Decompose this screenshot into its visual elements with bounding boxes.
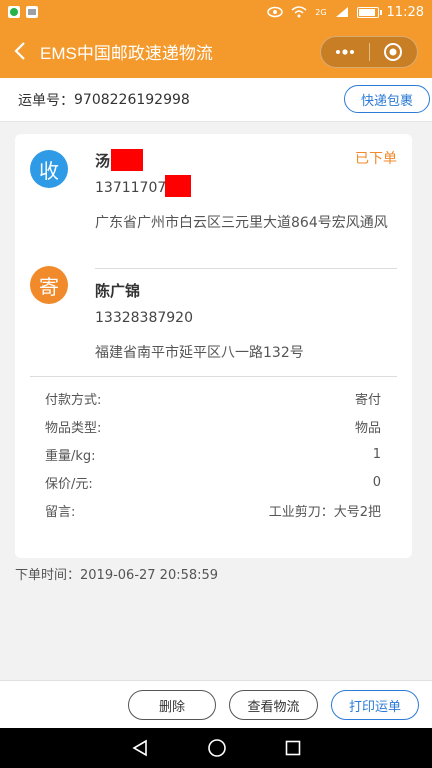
detail-row: 保价/元: 0 xyxy=(45,468,381,496)
close-miniapp-button[interactable] xyxy=(370,37,418,67)
clock: 11:28 xyxy=(386,4,424,20)
battery-icon xyxy=(356,6,382,18)
detail-label: 物品类型: xyxy=(45,420,102,436)
sender-address: 福建省南平市延平区八一路132号 xyxy=(95,345,304,361)
sender-phone: 13328387920 xyxy=(95,310,193,326)
target-close-icon xyxy=(384,43,403,61)
more-dots-icon xyxy=(335,49,354,55)
back-button[interactable] xyxy=(0,24,40,78)
signal-icon xyxy=(335,7,348,17)
detail-label: 重量/kg: xyxy=(45,448,96,464)
detail-row: 物品类型: 物品 xyxy=(45,412,381,440)
detail-value: 1 xyxy=(372,446,381,462)
receiver-badge: 收 xyxy=(30,150,68,188)
eye-icon xyxy=(267,6,283,18)
receiver-name: 汤 xyxy=(95,152,111,170)
print-waybill-button[interactable]: 打印运单 xyxy=(331,690,419,720)
sender-badge: 寄 xyxy=(30,266,68,304)
waybill-number: 9708226192998 xyxy=(74,91,190,108)
order-time: 下单时间：2019-06-27 20:58:59 xyxy=(15,568,219,583)
detail-value: 物品 xyxy=(354,420,381,436)
divider xyxy=(30,376,397,377)
detail-row: 留言: 工业剪刀：大号2把 xyxy=(45,496,381,524)
quick-parcel-button[interactable]: 快递包裹 xyxy=(344,85,430,113)
back-triangle-icon[interactable] xyxy=(131,739,149,757)
recents-square-icon[interactable] xyxy=(285,740,301,756)
waybill-bar: 运单号： 9708226192998 快递包裹 xyxy=(0,78,432,122)
wifi-icon xyxy=(291,6,307,18)
miniapp-capsule xyxy=(320,36,418,68)
receiver-address: 广东省广州市白云区三元里大道864号宏风通风 xyxy=(95,215,388,231)
view-logistics-button[interactable]: 查看物流 xyxy=(229,690,318,720)
more-button[interactable] xyxy=(321,37,369,67)
sender-name: 陈广锦 xyxy=(95,282,141,300)
app-notification-icon xyxy=(8,6,20,18)
detail-value: 工业剪刀：大号2把 xyxy=(268,504,381,520)
detail-value: 寄付 xyxy=(354,392,381,408)
divider xyxy=(95,268,397,269)
redaction-mark xyxy=(111,149,143,171)
action-bar: 删除 查看物流 打印运单 xyxy=(0,680,432,728)
detail-row: 付款方式: 寄付 xyxy=(45,384,381,412)
waybill-label: 运单号： xyxy=(18,92,74,109)
system-nav-bar xyxy=(0,728,432,768)
receiver-phone: 13711707 xyxy=(95,180,167,196)
page-title: EMS中国邮政速递物流 xyxy=(40,43,213,63)
redaction-mark xyxy=(165,175,191,197)
detail-label: 保价/元: xyxy=(45,476,93,492)
detail-label: 付款方式: xyxy=(45,392,102,408)
home-circle-icon[interactable] xyxy=(207,738,227,758)
image-notification-icon xyxy=(26,6,38,18)
order-card: 收 汤 13711707 已下单 广东省广州市白云区三元里大道864号宏风通风 … xyxy=(15,134,412,558)
delete-button[interactable]: 删除 xyxy=(128,690,216,720)
detail-value: 0 xyxy=(372,474,381,490)
network-type: 2G xyxy=(315,7,327,17)
detail-row: 重量/kg: 1 xyxy=(45,440,381,468)
app-header: EMS中国邮政速递物流 xyxy=(0,24,432,78)
chevron-left-icon xyxy=(14,42,25,60)
detail-label: 留言: xyxy=(45,504,76,520)
order-status: 已下单 xyxy=(355,151,397,167)
status-bar: 2G 11:28 xyxy=(0,0,432,24)
